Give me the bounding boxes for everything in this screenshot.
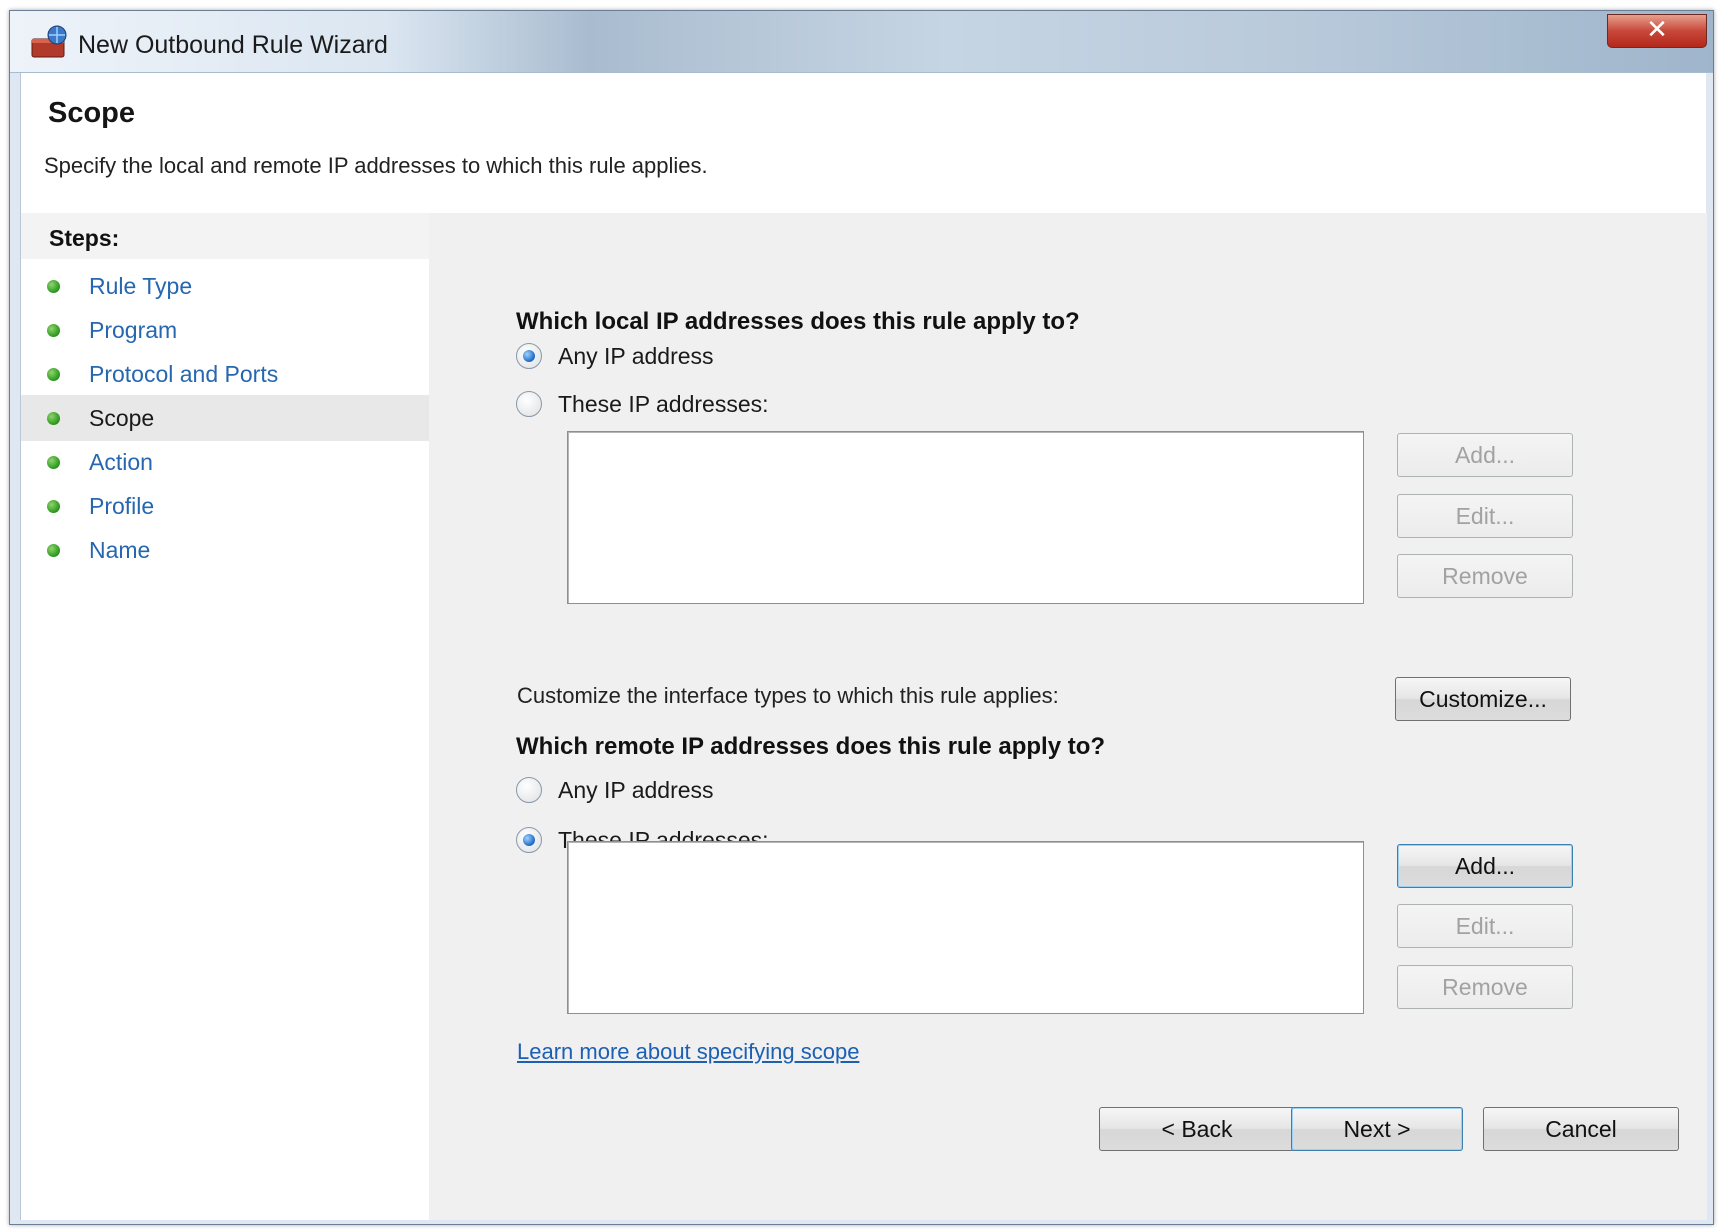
step-action[interactable]: Action: [21, 439, 429, 485]
customize-description: Customize the interface types to which t…: [517, 683, 1059, 708]
remote-add-button[interactable]: Add...: [1397, 844, 1573, 888]
back-button[interactable]: < Back: [1099, 1107, 1295, 1151]
firewall-icon: [31, 25, 67, 58]
step-label: Profile: [89, 493, 155, 519]
page-header: Scope Specify the local and remote IP ad…: [21, 73, 1706, 213]
wizard-window: New Outbound Rule Wizard ✕ Scope Specify…: [9, 10, 1714, 1225]
local-edit-button[interactable]: Edit...: [1397, 494, 1573, 538]
step-label: Name: [89, 537, 151, 563]
local-ip-list[interactable]: [567, 431, 1364, 604]
step-scope[interactable]: Scope: [21, 395, 429, 441]
step-label: Scope: [89, 405, 155, 431]
remote-ip-question: Which remote IP addresses does this rule…: [516, 733, 1106, 760]
radio-label: These IP addresses:: [558, 391, 769, 417]
learn-more-link[interactable]: Learn more about specifying scope: [517, 1039, 859, 1065]
step-label: Protocol and Ports: [89, 361, 279, 387]
page-title: Scope: [48, 97, 136, 129]
green-dot-icon: [47, 500, 60, 513]
close-button[interactable]: ✕: [1607, 14, 1707, 48]
next-button[interactable]: Next >: [1291, 1107, 1463, 1151]
local-remove-button[interactable]: Remove: [1397, 554, 1573, 598]
steps-panel: Steps: Rule Type Program Protocol and Po…: [21, 213, 429, 1220]
green-dot-icon: [47, 280, 60, 293]
customize-button[interactable]: Customize...: [1395, 677, 1571, 721]
wizard-client-area: Scope Specify the local and remote IP ad…: [20, 73, 1707, 1220]
radio-label: Any IP address: [558, 777, 714, 803]
remote-remove-button[interactable]: Remove: [1397, 965, 1573, 1009]
green-dot-icon: [47, 456, 60, 469]
step-program[interactable]: Program: [21, 307, 429, 353]
green-dot-icon: [47, 544, 60, 557]
radio-unchecked-icon[interactable]: [516, 391, 542, 417]
remote-ip-list[interactable]: [567, 841, 1364, 1014]
step-label: Rule Type: [89, 273, 193, 299]
step-label: Action: [89, 449, 153, 475]
green-dot-icon: [47, 324, 60, 337]
title-bar[interactable]: New Outbound Rule Wizard ✕: [10, 11, 1713, 73]
local-ip-question: Which local IP addresses does this rule …: [516, 308, 1080, 335]
close-icon: ✕: [1646, 15, 1668, 45]
window-title: New Outbound Rule Wizard: [78, 31, 388, 59]
step-protocol-and-ports[interactable]: Protocol and Ports: [21, 351, 429, 397]
step-label: Program: [89, 317, 178, 343]
step-profile[interactable]: Profile: [21, 483, 429, 529]
remote-edit-button[interactable]: Edit...: [1397, 904, 1573, 948]
page-subtitle: Specify the local and remote IP addresse…: [44, 153, 708, 178]
cancel-button[interactable]: Cancel: [1483, 1107, 1679, 1151]
radio-checked-icon[interactable]: [516, 827, 542, 853]
green-dot-icon: [47, 368, 60, 381]
step-name[interactable]: Name: [21, 527, 429, 573]
local-add-button[interactable]: Add...: [1397, 433, 1573, 477]
radio-checked-icon[interactable]: [516, 343, 542, 369]
radio-unchecked-icon[interactable]: [516, 777, 542, 803]
green-dot-icon: [47, 412, 60, 425]
step-rule-type[interactable]: Rule Type: [21, 263, 429, 309]
radio-label: Any IP address: [558, 343, 714, 369]
steps-heading: Steps:: [21, 213, 429, 259]
scope-content: Which local IP addresses does this rule …: [429, 213, 1707, 1220]
